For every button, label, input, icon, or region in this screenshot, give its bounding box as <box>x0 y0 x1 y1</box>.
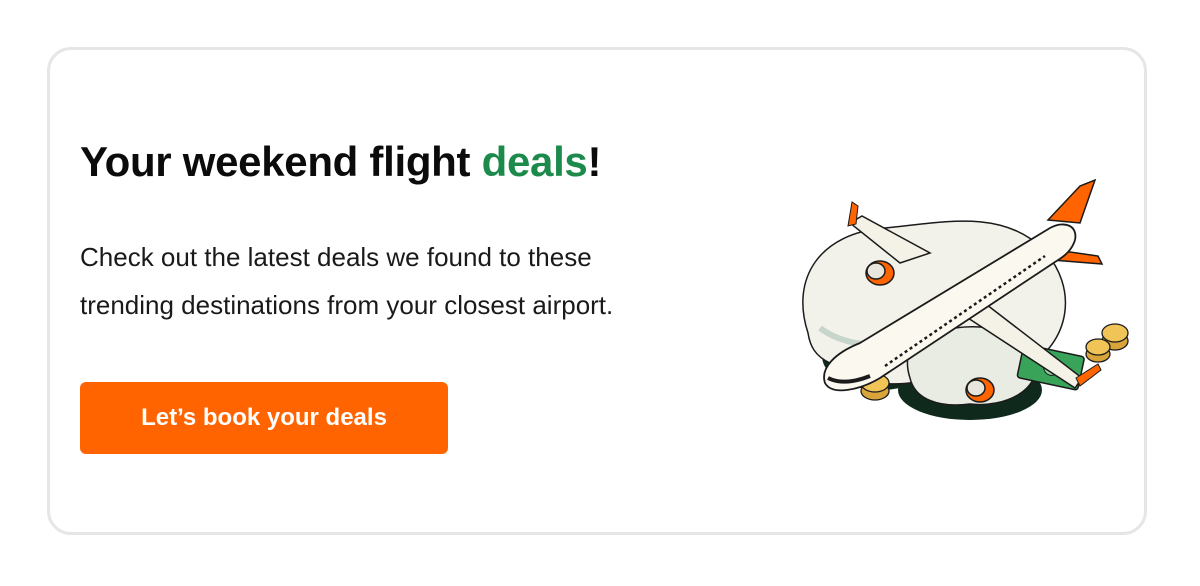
book-deals-button[interactable]: Let’s book your deals <box>80 382 448 454</box>
headline-accent: deals <box>481 138 588 185</box>
description-line-2: trending destinations from your closest … <box>80 290 614 320</box>
deals-banner-card: Your weekend flight deals! Check out the… <box>47 47 1147 535</box>
headline-suffix: ! <box>587 138 602 185</box>
description-line-1: Check out the latest deals we found to t… <box>80 242 592 272</box>
headline-prefix: Your weekend flight <box>80 138 482 185</box>
banner-description: Check out the latest deals we found to t… <box>80 233 780 329</box>
airplane-with-money-icon <box>802 178 1129 420</box>
banner-headline: Your weekend flight deals! <box>80 136 601 188</box>
